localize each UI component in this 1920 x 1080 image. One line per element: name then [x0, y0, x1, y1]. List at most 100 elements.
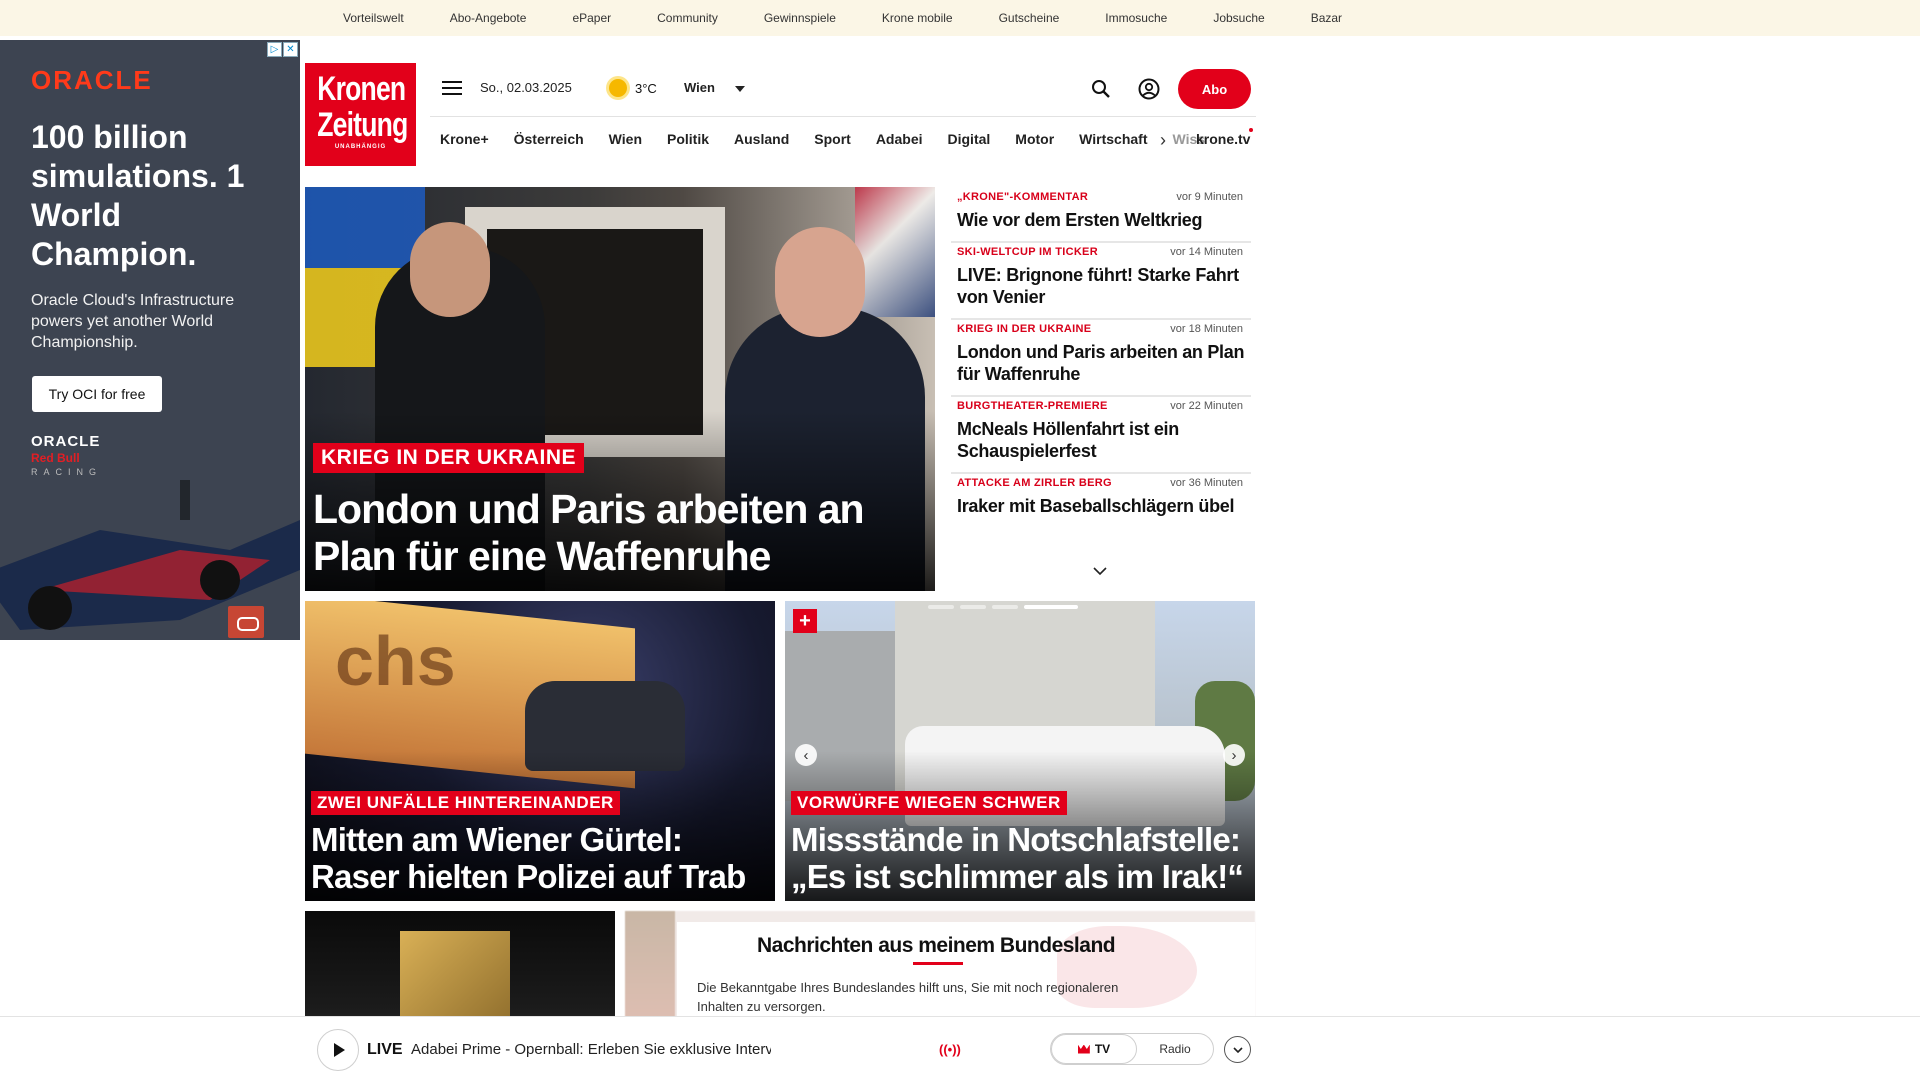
oracle-ad-banner[interactable]: ▷ ✕ ORACLE 100 billion simulations. 1 Wo…: [0, 40, 300, 640]
title-underline: [913, 962, 963, 965]
utility-bar: Vorteilswelt Abo-Angebote ePaper Communi…: [0, 0, 1920, 36]
teaser-article-guertel[interactable]: chs ZWEI UNFÄLLE HINTEREINANDER Mitten a…: [305, 601, 775, 901]
chevron-down-icon[interactable]: [735, 86, 745, 92]
ticker-item[interactable]: BURGTHEATER-PREMIERE vor 22 Minuten McNe…: [951, 397, 1251, 474]
live-player-bar: LIVE Adabei Prime - Opernball: Erleben S…: [0, 1016, 1920, 1080]
utility-link-abo-angebote[interactable]: Abo-Angebote: [450, 11, 527, 25]
search-icon[interactable]: [1091, 79, 1111, 99]
nav-item-digital[interactable]: Digital: [948, 131, 991, 147]
current-date: So., 02.03.2025: [480, 80, 572, 95]
carousel-next-icon[interactable]: ›: [1223, 744, 1245, 766]
nav-item-wirtschaft[interactable]: Wirtschaft: [1079, 131, 1147, 147]
utility-link-gewinnspiele[interactable]: Gewinnspiele: [764, 11, 836, 25]
nav-item-sport[interactable]: Sport: [814, 131, 851, 147]
nav-item-oesterreich[interactable]: Österreich: [514, 131, 584, 147]
logo-line-zeitung: Zeitung: [317, 106, 408, 144]
ad-cta-button[interactable]: Try OCI for free: [32, 376, 162, 412]
hero-title[interactable]: London und Paris arbeiten an Plan für ei…: [313, 486, 913, 580]
utility-link-jobsuche[interactable]: Jobsuche: [1213, 11, 1264, 25]
main-navigation: Krone+ Österreich Wien Politik Ausland S…: [440, 131, 1205, 147]
ticker-title[interactable]: Iraker mit Baseballschlägern übel: [957, 495, 1245, 517]
ticker-title[interactable]: London und Paris arbeiten an Plan für Wa…: [957, 341, 1245, 385]
hero-article[interactable]: KRIEG IN DER UKRAINE London und Paris ar…: [305, 187, 935, 591]
live-program-text[interactable]: Adabei Prime - Opernball: Erleben Sie ex…: [411, 1041, 771, 1058]
ticker-title[interactable]: Wie vor dem Ersten Weltkrieg: [957, 209, 1245, 231]
nav-divider: [430, 116, 1256, 117]
hero-image-flag-uk: [855, 187, 935, 317]
abo-button[interactable]: Abo: [1178, 69, 1251, 109]
nav-item-motor[interactable]: Motor: [1015, 131, 1054, 147]
hero-image-person-right-head: [775, 227, 865, 337]
tv-toggle-button[interactable]: TV: [1051, 1034, 1137, 1064]
ad-brand-redbull: Red Bull: [31, 451, 80, 465]
ticker-item[interactable]: ATTACKE AM ZIRLER BERG vor 36 Minuten Ir…: [951, 474, 1251, 527]
carousel-prev-icon[interactable]: ‹: [795, 744, 817, 766]
live-indicator-dot: [1249, 128, 1253, 132]
ad-headline: 100 billion simulations. 1 World Champio…: [31, 119, 245, 272]
nav-item-wien[interactable]: Wien: [609, 131, 642, 147]
temperature: 3°C: [635, 80, 657, 96]
nav-item-krone-plus[interactable]: Krone+: [440, 131, 489, 147]
ticker-item[interactable]: KRIEG IN DER UKRAINE vor 18 Minuten Lond…: [951, 320, 1251, 397]
krone-plus-badge: +: [793, 609, 817, 633]
player-expand-chevron-icon[interactable]: [1224, 1036, 1251, 1063]
tv-label: TV: [1094, 1042, 1111, 1056]
kronen-zeitung-logo[interactable]: Kronen Zeitung UNABHÄNGIG: [305, 63, 416, 166]
nav-item-ausland[interactable]: Ausland: [734, 131, 789, 147]
ticker-time: vor 14 Minuten: [1170, 246, 1243, 258]
weather-widget[interactable]: 3°C: [609, 79, 657, 97]
teaser-title[interactable]: Mitten am Wiener Gürtel: Raser hielten P…: [311, 821, 771, 895]
teaser-kicker: VORWÜRFE WIEGEN SCHWER: [791, 791, 1067, 815]
ticker-time: vor 36 Minuten: [1170, 477, 1243, 489]
ticker-item[interactable]: SKI-WELTCUP IM TICKER vor 14 Minuten LIV…: [951, 243, 1251, 320]
ticker-time: vor 22 Minuten: [1170, 400, 1243, 412]
news-ticker: „KRONE"-KOMMENTAR vor 9 Minuten Wie vor …: [951, 188, 1251, 582]
utility-link-krone-mobile[interactable]: Krone mobile: [882, 11, 953, 25]
carousel-dot[interactable]: [928, 605, 954, 609]
utility-link-epaper[interactable]: ePaper: [572, 11, 611, 25]
nav-item-krone-tv[interactable]: krone.tv: [1196, 131, 1250, 147]
bundesland-title: Nachrichten aus meinem Bundesland: [757, 934, 1116, 957]
ad-subtext: Oracle Cloud's Infrastructure powers yet…: [31, 292, 235, 351]
utility-link-bazar[interactable]: Bazar: [1311, 11, 1342, 25]
radio-toggle-button[interactable]: Radio: [1137, 1034, 1213, 1064]
ticker-time: vor 18 Minuten: [1170, 323, 1243, 335]
utility-link-vorteilswelt[interactable]: Vorteilswelt: [343, 11, 404, 25]
utility-link-community[interactable]: Community: [657, 11, 718, 25]
ticker-title[interactable]: McNeals Höllenfahrt ist ein Schauspieler…: [957, 418, 1245, 462]
expand-ticker-chevron-icon[interactable]: [1092, 563, 1108, 579]
utility-link-immosuche[interactable]: Immosuche: [1105, 11, 1167, 25]
carousel-dot[interactable]: [992, 605, 1018, 609]
user-account-icon[interactable]: [1138, 78, 1160, 100]
menu-icon[interactable]: [442, 81, 462, 97]
hero-kicker: KRIEG IN DER UKRAINE: [313, 443, 585, 473]
ticker-time: vor 9 Minuten: [1176, 191, 1243, 203]
ad-oracle-corner-icon: [228, 606, 264, 638]
carousel-dot-active[interactable]: [1024, 605, 1078, 609]
utility-link-gutscheine[interactable]: Gutscheine: [999, 11, 1060, 25]
ad-logo: ORACLE: [31, 65, 153, 95]
utility-links: Vorteilswelt Abo-Angebote ePaper Communi…: [343, 0, 1388, 36]
ad-info-icon[interactable]: ▷: [267, 42, 282, 57]
teaser-kicker: ZWEI UNFÄLLE HINTEREINANDER: [311, 791, 620, 815]
play-icon[interactable]: [317, 1029, 359, 1071]
nav-item-adabei[interactable]: Adabei: [876, 131, 923, 147]
teaser-title[interactable]: Missstände in Notschlafstelle: „Es ist s…: [791, 821, 1251, 895]
tv-radio-toggle: TV Radio: [1050, 1033, 1214, 1065]
carousel-dot[interactable]: [960, 605, 986, 609]
logo-line-kronen: Kronen: [317, 70, 406, 108]
ticker-title[interactable]: LIVE: Brignone führt! Starke Fahrt von V…: [957, 264, 1245, 308]
nav-item-politik[interactable]: Politik: [667, 131, 709, 147]
broadcast-icon: ((•)): [939, 1042, 961, 1057]
teaser-image-bus-lettering: chs: [335, 622, 456, 700]
nav-scroll-right-icon[interactable]: ›: [1160, 131, 1166, 149]
teaser-article-notschlafstelle[interactable]: + ‹ › VORWÜRFE WIEGEN SCHWER Missstände …: [785, 601, 1255, 901]
ad-choices[interactable]: ▷ ✕: [267, 42, 298, 57]
carousel-indicators: [928, 605, 1078, 609]
ad-close-icon[interactable]: ✕: [283, 42, 298, 57]
hero-image-person-left-head: [410, 222, 490, 317]
city-selector[interactable]: Wien: [684, 80, 715, 95]
crown-icon: [1077, 1044, 1090, 1054]
ticker-item[interactable]: „KRONE"-KOMMENTAR vor 9 Minuten Wie vor …: [951, 188, 1251, 243]
ad-brand-racing: RACING: [31, 467, 103, 477]
